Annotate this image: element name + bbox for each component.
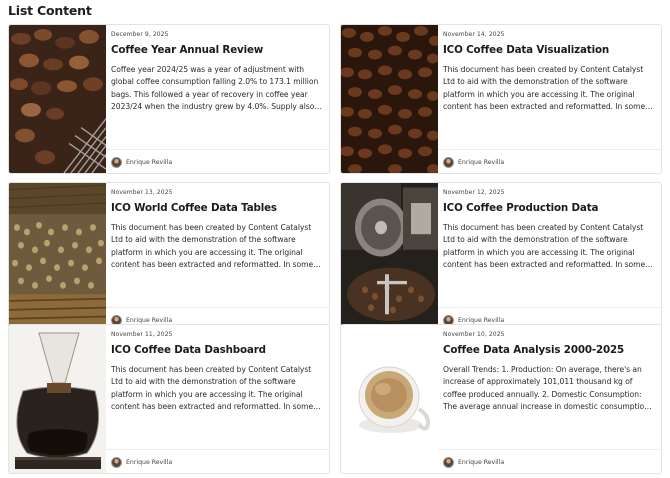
content-card[interactable]: December 9, 2025 Coffee Year Annual Revi… [8,24,330,174]
author-name: Enrique Revilla [458,158,505,166]
card-divider [106,449,329,450]
card-excerpt: Coffee year 2024/25 was a year of adjust… [111,65,319,112]
card-date: November 12, 2025 [443,189,505,196]
card-date: November 13, 2025 [111,189,173,196]
card-author[interactable]: Enrique Revilla [111,456,172,468]
card-excerpt: Overall Trends: 1. Production: On averag… [443,365,649,412]
author-avatar [443,456,454,468]
card-date: December 9, 2025 [111,31,169,38]
card-date: November 11, 2025 [111,331,173,338]
card-author[interactable]: Enrique Revilla [443,456,504,468]
content-card[interactable]: November 13, 2025 ICO World Coffee Data … [8,182,330,332]
card-divider [438,149,661,150]
card-thumbnail[interactable] [341,325,438,473]
card-thumbnail[interactable] [341,183,438,331]
content-card[interactable]: November 10, 2025 Coffee Data Analysis 2… [340,324,662,474]
card-divider [106,149,329,150]
page-title: List Content [8,3,92,18]
card-divider [106,307,329,308]
card-thumbnail[interactable] [9,183,106,331]
card-thumbnail[interactable] [341,25,438,173]
author-name: Enrique Revilla [458,316,505,324]
card-date: November 10, 2025 [443,331,505,338]
card-title[interactable]: ICO Coffee Data Visualization [443,44,657,56]
card-excerpt: This document has been created by Conten… [443,223,646,270]
card-author[interactable]: Enrique Revilla [111,156,172,168]
card-divider [438,307,661,308]
author-name: Enrique Revilla [126,458,173,466]
card-title[interactable]: Coffee Data Analysis 2000-2025 [443,344,657,356]
card-title[interactable]: Coffee Year Annual Review [111,44,325,56]
author-name: Enrique Revilla [126,158,173,166]
author-avatar [111,156,122,168]
card-title[interactable]: ICO World Coffee Data Tables [111,202,325,214]
content-card[interactable]: November 12, 2025 ICO Coffee Production … [340,182,662,332]
card-excerpt: This document has been created by Conten… [443,65,646,112]
card-title[interactable]: ICO Coffee Production Data [443,202,657,214]
content-card[interactable]: November 11, 2025 ICO Coffee Data Dashbo… [8,324,330,474]
author-name: Enrique Revilla [126,316,173,324]
content-card[interactable]: November 14, 2025 ICO Coffee Data Visual… [340,24,662,174]
card-thumbnail[interactable] [9,325,106,473]
card-thumbnail[interactable] [9,25,106,173]
card-author[interactable]: Enrique Revilla [443,156,504,168]
author-name: Enrique Revilla [458,458,505,466]
card-date: November 14, 2025 [443,31,505,38]
card-excerpt: This document has been created by Conten… [111,223,314,270]
card-excerpt: This document has been created by Conten… [111,365,314,412]
author-avatar [443,156,454,168]
card-title[interactable]: ICO Coffee Data Dashboard [111,344,325,356]
card-divider [438,449,661,450]
author-avatar [111,456,122,468]
